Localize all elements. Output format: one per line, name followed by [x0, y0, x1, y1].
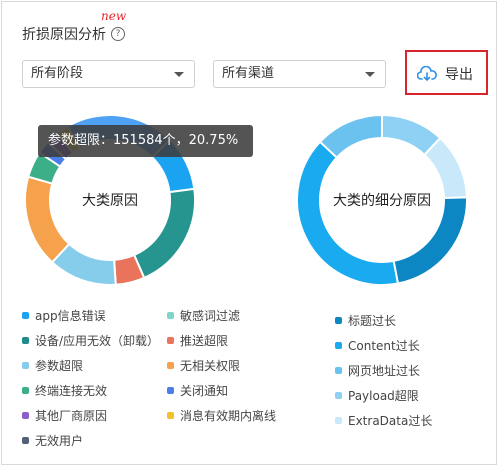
- legend-item[interactable]: Payload超限: [335, 387, 419, 404]
- legend-label: 标题过长: [348, 314, 397, 328]
- donut-slice-2[interactable]: [132, 187, 196, 280]
- legend-item[interactable]: 消息有效期内离线: [167, 407, 276, 424]
- legend-label: 敏感词过滤: [180, 309, 241, 323]
- legend-swatch: [167, 312, 174, 319]
- legend-label: 无相关权限: [180, 359, 241, 373]
- legend-item[interactable]: 设备/应用无效（卸载）: [22, 332, 159, 349]
- legend-swatch: [167, 362, 174, 369]
- legend-swatch: [335, 367, 342, 374]
- donut-slice-3[interactable]: [296, 140, 400, 286]
- legend-item[interactable]: ExtraData过长: [335, 412, 432, 429]
- legend-item[interactable]: 其他厂商原因: [22, 407, 107, 424]
- legend-item[interactable]: app信息错误: [22, 307, 106, 324]
- legend-label: 终端连接无效: [35, 384, 108, 398]
- legend-item[interactable]: 参数超限: [22, 357, 83, 374]
- legend-item[interactable]: 无效用户: [22, 432, 83, 449]
- donut-slice-2[interactable]: [392, 196, 468, 285]
- legend-item[interactable]: 敏感词过滤: [167, 307, 240, 324]
- legend-swatch: [22, 437, 29, 444]
- legend-swatch: [22, 337, 29, 344]
- legend-label: 消息有效期内离线: [180, 409, 277, 423]
- legend-item[interactable]: 无相关权限: [167, 357, 240, 374]
- legend-label: ExtraData过长: [348, 414, 433, 428]
- legend-label: 其他厂商原因: [35, 409, 108, 423]
- chart-tooltip: 参数超限：151584个，20.75%: [38, 125, 253, 157]
- donut-slice-4[interactable]: [318, 113, 383, 159]
- donut-slice-1[interactable]: [423, 136, 468, 200]
- donut-left-center-label: 大类原因: [82, 193, 138, 209]
- donut-slice-5[interactable]: [24, 175, 71, 264]
- legend-swatch: [22, 362, 29, 369]
- legend-label: 无效用户: [35, 434, 84, 448]
- legend-label: app信息错误: [35, 309, 106, 323]
- legend-item[interactable]: 关闭通知: [167, 382, 228, 399]
- legend-label: 推送超限: [180, 334, 229, 348]
- legend-swatch: [22, 312, 29, 319]
- legend-label: 设备/应用无效（卸载）: [35, 334, 160, 348]
- legend-swatch: [167, 412, 174, 419]
- legend-swatch: [22, 387, 29, 394]
- legend-swatch: [335, 417, 342, 424]
- legend-item[interactable]: Content过长: [335, 337, 420, 354]
- legend-swatch: [167, 337, 174, 344]
- legend-swatch: [167, 387, 174, 394]
- legend-item[interactable]: 网页地址过长: [335, 362, 420, 379]
- legend-item[interactable]: 推送超限: [167, 332, 228, 349]
- legend-label: 网页地址过长: [348, 364, 421, 378]
- legend-label: 参数超限: [35, 359, 84, 373]
- legend-item[interactable]: 终端连接无效: [22, 382, 107, 399]
- legend-item[interactable]: 标题过长: [335, 312, 396, 329]
- legend-label: Payload超限: [348, 389, 419, 403]
- legend-swatch: [335, 342, 342, 349]
- donut-right-center-label: 大类的细分原因: [333, 193, 431, 209]
- legend-swatch: [22, 412, 29, 419]
- legend-swatch: [335, 392, 342, 399]
- legend-swatch: [335, 317, 342, 324]
- legend-label: 关闭通知: [180, 384, 229, 398]
- legend-label: Content过长: [348, 339, 420, 353]
